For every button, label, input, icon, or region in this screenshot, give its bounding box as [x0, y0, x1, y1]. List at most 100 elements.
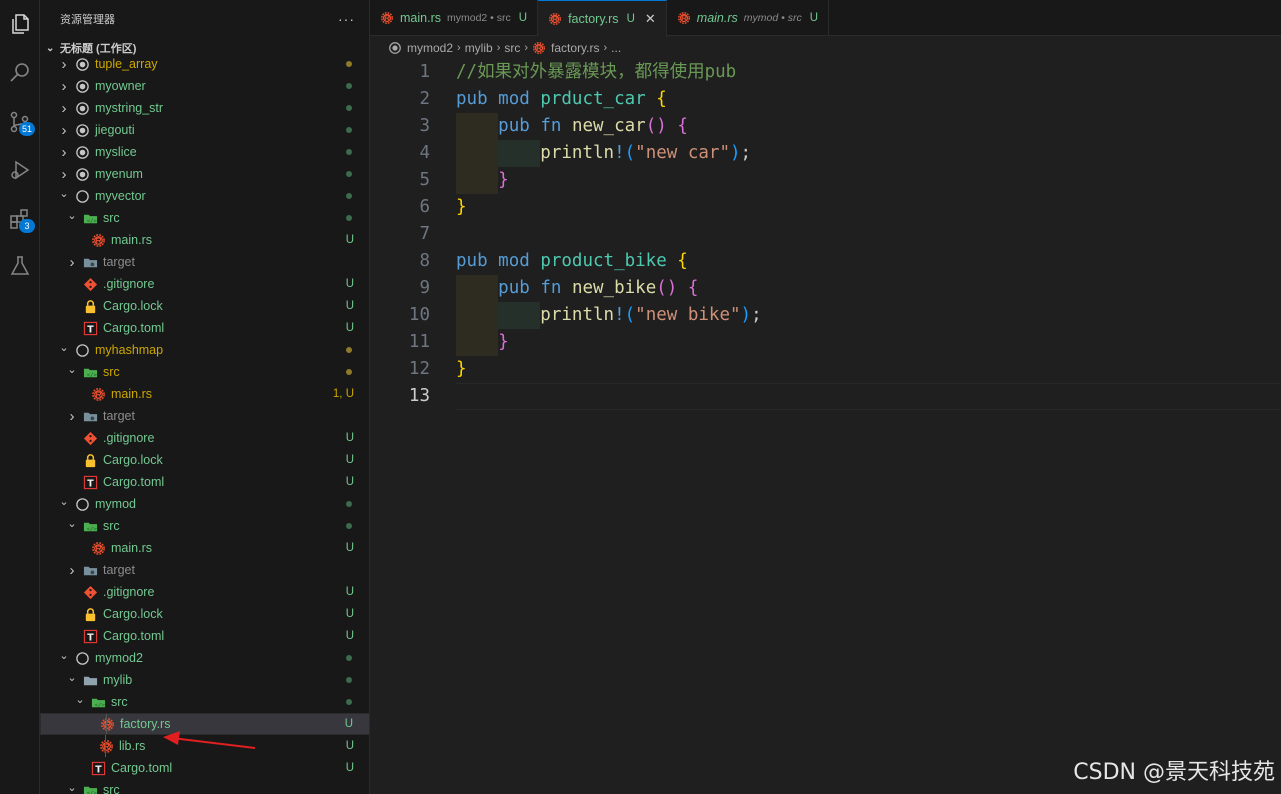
- breadcrumb-item[interactable]: factory.rs: [551, 41, 599, 55]
- tree-item[interactable]: main.rs 1, U: [40, 383, 369, 405]
- more-actions-icon[interactable]: ···: [338, 11, 355, 27]
- code-line[interactable]: }: [456, 194, 467, 221]
- tree-item[interactable]: ⌄ </> src: [40, 779, 369, 794]
- code-line[interactable]: println!("new bike");: [456, 302, 761, 329]
- tree-item[interactable]: Cargo.lock U: [40, 603, 369, 625]
- tree-item[interactable]: Cargo.lock U: [40, 295, 369, 317]
- editor-tab[interactable]: main.rs mymod • src U: [667, 0, 830, 36]
- search-icon[interactable]: [4, 57, 36, 89]
- tree-item[interactable]: › myowner: [40, 75, 369, 97]
- tree-item[interactable]: › target: [40, 405, 369, 427]
- status-dot: [346, 677, 352, 683]
- tree-item[interactable]: › myslice: [40, 141, 369, 163]
- tree-item[interactable]: T Cargo.toml U: [40, 625, 369, 647]
- editor-tab[interactable]: factory.rs U ✕: [538, 0, 667, 37]
- tree-item-label: src: [103, 211, 120, 225]
- line-number: 4: [419, 143, 430, 163]
- tree-item[interactable]: ⌄ mymod2: [40, 647, 369, 669]
- tree-item[interactable]: › mystring_str: [40, 97, 369, 119]
- tree-item[interactable]: .gitignore U: [40, 581, 369, 603]
- breadcrumb-item[interactable]: src: [504, 41, 520, 55]
- line-number: 7: [419, 224, 430, 244]
- tree-item[interactable]: ⌄ mylib: [40, 669, 369, 691]
- code-line[interactable]: println!("new car");: [456, 140, 751, 167]
- tree-item[interactable]: › target: [40, 559, 369, 581]
- line-number: 11: [408, 332, 430, 352]
- line-number: 9: [419, 278, 430, 298]
- tree-item[interactable]: .gitignore U: [40, 273, 369, 295]
- breadcrumb-item[interactable]: mymod2: [407, 41, 453, 55]
- chevron-right-icon: ›: [61, 121, 67, 139]
- tree-item[interactable]: › target: [40, 251, 369, 273]
- tree-item[interactable]: ⌄ </> src: [40, 691, 369, 713]
- chevron-right-icon: ›: [61, 143, 67, 161]
- code-line[interactable]: //如果对外暴露模块，都得使用pub: [456, 59, 736, 86]
- tree-item[interactable]: › tuple_array: [40, 53, 369, 75]
- code-editor[interactable]: 1 //如果对外暴露模块，都得使用pub 2 pub mod prduct_car {…: [370, 59, 1281, 794]
- crate-icon: [74, 144, 90, 160]
- breadcrumb-item[interactable]: mylib: [465, 41, 493, 55]
- chevron-down-icon: ⌄: [67, 209, 77, 222]
- chevron-down-icon: ⌄: [67, 671, 77, 684]
- breadcrumb: mymod2 › mylib › src › factory.rs ›...: [370, 37, 1281, 59]
- code-line[interactable]: pub fn new_bike() {: [456, 275, 698, 302]
- tree-item[interactable]: T Cargo.toml U: [40, 757, 369, 779]
- code-line[interactable]: }: [456, 167, 509, 194]
- extensions-badge: 3: [19, 219, 35, 233]
- tree-item[interactable]: ⌄ myvector: [40, 185, 369, 207]
- svg-text:</>: </>: [86, 790, 97, 794]
- folder-src-icon: </>: [82, 518, 98, 534]
- code-line[interactable]: pub mod prduct_car {: [456, 86, 667, 113]
- tree-item[interactable]: lib.rs U: [40, 735, 369, 757]
- tree-item[interactable]: › myenum: [40, 163, 369, 185]
- line-number: 12: [408, 359, 430, 379]
- tree-item[interactable]: factory.rs U: [40, 713, 369, 735]
- tree-item-label: src: [111, 695, 128, 709]
- explorer-sidebar: 资源管理器 ··· ⌄ 无标题 (工作区) › tuple_array › myown…: [40, 0, 370, 794]
- tree-item-label: .gitignore: [103, 277, 155, 291]
- git-status-badge: U: [345, 432, 354, 444]
- tree-item[interactable]: › jiegouti: [40, 119, 369, 141]
- git-status-badge: U: [345, 454, 354, 466]
- code-line[interactable]: pub mod product_bike {: [456, 248, 688, 275]
- tree-item-label: Cargo.toml: [103, 629, 165, 643]
- close-icon[interactable]: ✕: [645, 11, 656, 27]
- code-line[interactable]: }: [456, 329, 509, 356]
- tree-item[interactable]: T Cargo.toml U: [40, 471, 369, 493]
- lock-icon: [82, 452, 98, 468]
- explorer-icon[interactable]: [4, 8, 36, 40]
- breadcrumb-item[interactable]: ...: [611, 41, 621, 55]
- tree-item-label: mylib: [103, 673, 133, 687]
- tree-item[interactable]: ⌄ </> src: [40, 361, 369, 383]
- code-token: ;: [740, 143, 752, 163]
- toml-icon: T: [82, 628, 98, 644]
- tree-item[interactable]: .gitignore U: [40, 427, 369, 449]
- tree-item[interactable]: Cargo.lock U: [40, 449, 369, 471]
- code-token: pub: [498, 116, 530, 136]
- tree-item[interactable]: ⌄ </> src: [40, 515, 369, 537]
- testing-icon[interactable]: [4, 250, 36, 282]
- code-line[interactable]: pub fn new_car() {: [456, 113, 688, 140]
- status-dot: [346, 501, 352, 507]
- extensions-icon[interactable]: 3: [4, 203, 36, 235]
- tree-item[interactable]: ⌄ mymod: [40, 493, 369, 515]
- tree-item[interactable]: ⌄ </> src: [40, 207, 369, 229]
- tree-item[interactable]: main.rs U: [40, 537, 369, 559]
- editor-tab[interactable]: main.rs mymod2 • src U: [370, 0, 539, 36]
- tree-item[interactable]: T Cargo.toml U: [40, 317, 369, 339]
- tree-item[interactable]: main.rs U: [40, 229, 369, 251]
- run-debug-icon[interactable]: [4, 154, 36, 186]
- code-line[interactable]: }: [456, 356, 467, 383]
- source-control-icon[interactable]: 51: [4, 106, 36, 138]
- tree-item[interactable]: ⌄ myhashmap: [40, 339, 369, 361]
- tree-item-label: Cargo.lock: [103, 607, 163, 621]
- tree-item-label: tuple_array: [95, 57, 158, 71]
- chevron-right-icon: ›: [69, 407, 75, 425]
